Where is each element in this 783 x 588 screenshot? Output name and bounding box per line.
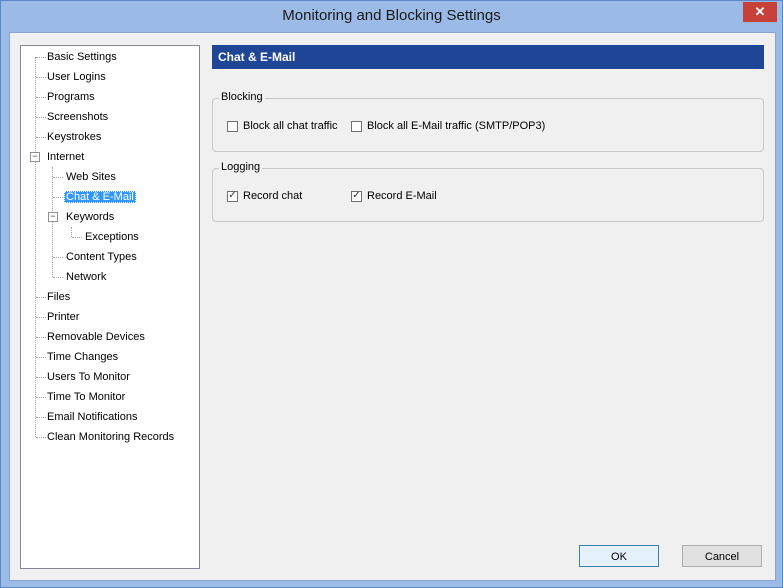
tree-connector: [72, 237, 82, 238]
logging-legend: Logging: [219, 161, 263, 173]
settings-window: Monitoring and Blocking Settings ✕ Basic…: [0, 0, 783, 588]
settings-tree[interactable]: Basic Settings User Logins Programs Scre…: [20, 45, 200, 569]
record-chat-label: Record chat: [243, 190, 303, 202]
tree-connector: [53, 177, 63, 178]
block-chat-checkbox[interactable]: Block all chat traffic: [227, 120, 338, 132]
record-chat-checkbox[interactable]: ✓ Record chat: [227, 190, 302, 202]
window-title: Monitoring and Blocking Settings: [282, 7, 501, 24]
tree-keywords-line: [71, 227, 72, 237]
tree-item-exceptions[interactable]: Exceptions: [83, 228, 141, 246]
tree-item-email-notifications[interactable]: Email Notifications: [45, 408, 139, 426]
tree-connector: [53, 257, 63, 258]
tree-item-time-to-monitor[interactable]: Time To Monitor: [45, 388, 127, 406]
tree-item-keystrokes[interactable]: Keystrokes: [45, 128, 103, 146]
cancel-button[interactable]: Cancel: [682, 545, 762, 567]
tree-item-screenshots[interactable]: Screenshots: [45, 108, 110, 126]
collapse-keywords-icon[interactable]: −: [48, 212, 58, 222]
checkbox-box: [351, 120, 362, 132]
logging-group: Logging ✓ Record chat ✓ Record E-Mail: [212, 161, 764, 222]
collapse-internet-icon[interactable]: −: [30, 152, 40, 162]
dialog-client-area: Basic Settings User Logins Programs Scre…: [9, 32, 776, 581]
tree-item-content-types[interactable]: Content Types: [64, 248, 139, 266]
blocking-group: Blocking Block all chat traffic Block al…: [212, 91, 764, 152]
tree-internet-line: [52, 167, 53, 277]
ok-button[interactable]: OK: [579, 545, 659, 567]
panel-header: Chat & E-Mail: [212, 45, 764, 69]
tree-item-chat-email[interactable]: Chat & E-Mail: [64, 188, 136, 206]
tree-item-internet[interactable]: Internet: [45, 148, 86, 166]
tree-item-network[interactable]: Network: [64, 268, 108, 286]
tree-item-removable-devices[interactable]: Removable Devices: [45, 328, 147, 346]
checkmark-icon: ✓: [351, 190, 362, 202]
record-email-label: Record E-Mail: [367, 190, 437, 202]
tree-connector: [53, 197, 63, 198]
tree-connector: [53, 277, 63, 278]
checkbox-box: [227, 120, 238, 132]
tree-item-programs[interactable]: Programs: [45, 88, 97, 106]
close-icon: ✕: [754, 4, 766, 19]
block-chat-label: Block all chat traffic: [243, 120, 338, 132]
tree-item-basic-settings[interactable]: Basic Settings: [45, 48, 119, 66]
tree-root-line: [35, 57, 36, 437]
block-email-label: Block all E-Mail traffic (SMTP/POP3): [367, 120, 546, 132]
tree-item-web-sites[interactable]: Web Sites: [64, 168, 118, 186]
block-email-checkbox[interactable]: Block all E-Mail traffic (SMTP/POP3): [351, 120, 545, 132]
record-email-checkbox[interactable]: ✓ Record E-Mail: [351, 190, 437, 202]
tree-item-files[interactable]: Files: [45, 288, 72, 306]
title-bar[interactable]: Monitoring and Blocking Settings ✕: [1, 1, 782, 32]
tree-item-time-changes[interactable]: Time Changes: [45, 348, 120, 366]
close-button[interactable]: ✕: [743, 2, 777, 22]
tree-item-keywords[interactable]: Keywords: [64, 208, 116, 226]
checkmark-icon: ✓: [227, 190, 238, 202]
blocking-legend: Blocking: [219, 91, 265, 103]
tree-item-clean-monitoring-records[interactable]: Clean Monitoring Records: [45, 428, 176, 446]
tree-item-user-logins[interactable]: User Logins: [45, 68, 108, 86]
tree-item-users-to-monitor[interactable]: Users To Monitor: [45, 368, 132, 386]
tree-item-printer[interactable]: Printer: [45, 308, 81, 326]
